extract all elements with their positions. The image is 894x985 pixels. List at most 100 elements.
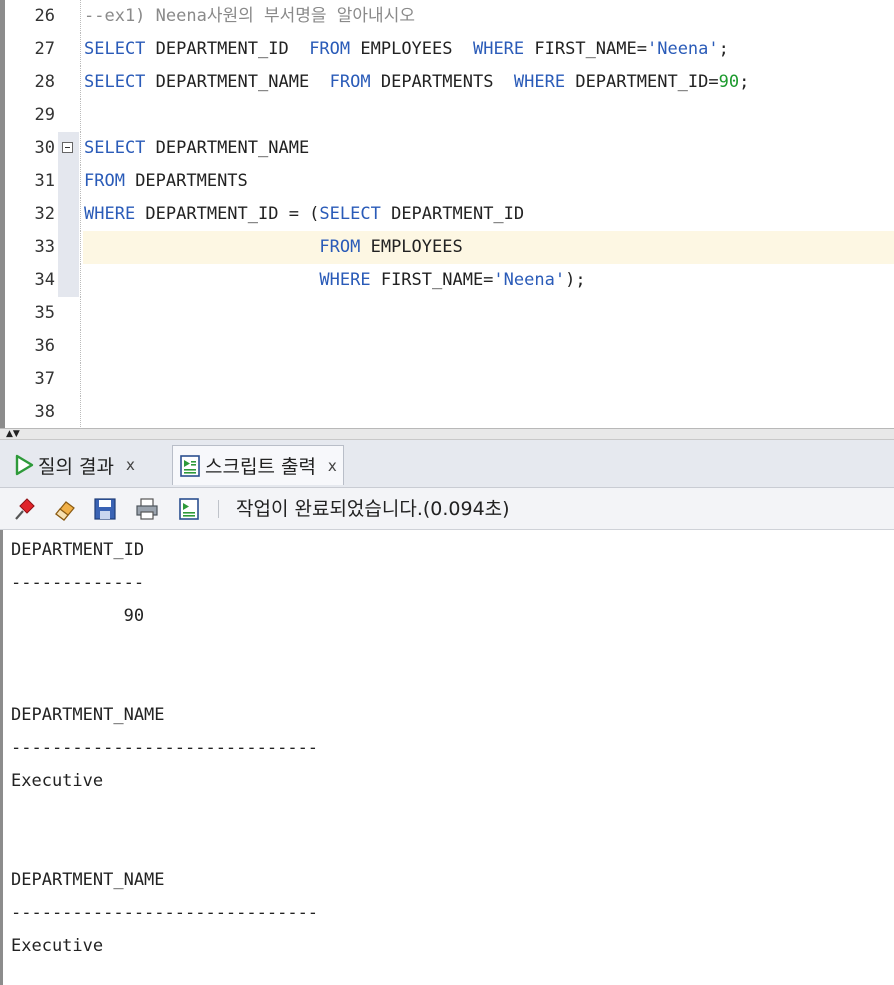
print-icon[interactable]	[135, 497, 159, 521]
tab-script-output[interactable]: 스크립트 출력 x	[172, 445, 344, 485]
code-token: FROM	[329, 72, 371, 92]
code-token: );	[565, 270, 586, 290]
code-token: DEPARTMENT_ID	[380, 204, 525, 224]
line-number: 29	[34, 105, 55, 125]
editor-line[interactable]: 28 SELECT DEPARTMENT_NAME FROM DEPARTMENT…	[5, 66, 894, 99]
output-line: DEPARTMENT_ID	[11, 540, 145, 560]
code-token: WHERE	[472, 39, 525, 59]
output-line: Executive	[11, 936, 104, 956]
indent-guide	[80, 33, 81, 66]
fold-gutter	[58, 33, 79, 66]
output-line: DEPARTMENT_NAME	[11, 870, 165, 890]
code-token: EMPLOYEES	[360, 237, 463, 257]
line-number: 31	[34, 171, 55, 191]
code-token: DEPARTMENT_ID	[145, 39, 310, 59]
fold-gutter	[58, 99, 79, 132]
code-token: WHERE	[84, 204, 136, 224]
code-token: 'Neena'	[493, 270, 566, 290]
code-text: WHERE DEPARTMENT_ID = (SELECT DEPARTMENT…	[84, 198, 524, 231]
indent-guide	[80, 396, 81, 428]
indent-guide	[80, 264, 81, 297]
code-token: SELECT	[319, 204, 381, 224]
indent-guide	[80, 330, 81, 363]
save-icon[interactable]	[93, 497, 117, 521]
indent-guide	[80, 132, 81, 165]
code-token: FIRST_NAME=	[524, 39, 647, 59]
code-token: FROM	[84, 171, 125, 191]
editor-line[interactable]: 32 WHERE DEPARTMENT_ID = (SELECT DEPARTME…	[5, 198, 894, 231]
line-number: 28	[34, 72, 55, 92]
task-status-text: 작업이 완료되었습니다.(0.094초)	[236, 498, 510, 520]
tab-query-result[interactable]: 질의 결과 x	[8, 445, 141, 485]
editor-line[interactable]: 30 SELECT DEPARTMENT_NAME	[5, 132, 894, 165]
code-token: DEPARTMENTS	[124, 171, 248, 191]
code-token: ;	[718, 39, 729, 59]
line-number: 32	[34, 204, 55, 224]
code-text: WHERE FIRST_NAME='Neena');	[84, 264, 586, 297]
script-output-icon	[180, 454, 200, 477]
play-icon	[15, 454, 34, 476]
editor-line[interactable]: 35	[5, 297, 894, 330]
output-line: -------------	[11, 573, 145, 593]
script-output-panel[interactable]: DEPARTMENT_ID ------------- 90 DEPARTMENT_…	[0, 530, 894, 985]
line-number: 26	[34, 6, 55, 26]
line-number: 36	[34, 336, 55, 356]
editor-line[interactable]: 37	[5, 363, 894, 396]
fold-gutter	[58, 165, 79, 198]
code-text: SELECT DEPARTMENT_ID FROM EMPLOYEES WHER…	[84, 33, 729, 66]
indent-guide	[80, 198, 81, 231]
code-text: SELECT DEPARTMENT_NAME FROM DEPARTMENTS …	[84, 66, 749, 99]
fold-gutter	[58, 0, 79, 33]
indent-guide	[80, 231, 81, 264]
line-number: 38	[34, 402, 55, 422]
code-text: SELECT DEPARTMENT_NAME	[84, 132, 309, 165]
panel-splitter[interactable]: ▲▼	[0, 428, 894, 440]
pin-icon[interactable]	[13, 497, 37, 521]
tab-script-output-close[interactable]: x	[328, 457, 337, 475]
editor-line[interactable]: 36	[5, 330, 894, 363]
fold-gutter	[58, 198, 79, 231]
editor-line[interactable]: 29	[5, 99, 894, 132]
fold-collapse-icon[interactable]	[62, 142, 73, 153]
code-token: SELECT	[84, 138, 146, 158]
code-token: WHERE	[319, 270, 371, 290]
output-line: ------------------------------	[11, 738, 319, 758]
editor-line[interactable]: 31 FROM DEPARTMENTS	[5, 165, 894, 198]
fold-gutter	[58, 363, 79, 396]
split-arrows-icon[interactable]: ▲▼	[6, 429, 20, 439]
editor-line[interactable]: 38	[5, 396, 894, 428]
indent-guide	[80, 165, 81, 198]
code-token: DEPARTMENT_NAME	[145, 138, 310, 158]
output-line: DEPARTMENT_NAME	[11, 705, 165, 725]
fold-gutter	[58, 297, 79, 330]
script-icon[interactable]	[177, 497, 201, 521]
editor-line[interactable]: 26 --ex1) Neena사원의 부서명을 알아내시오	[5, 0, 894, 33]
output-line: Executive	[11, 771, 104, 791]
editor-line[interactable]: 33 FROM EMPLOYEES	[5, 231, 894, 264]
tab-query-result-label: 질의 결과	[38, 455, 114, 478]
indent-guide	[80, 66, 81, 99]
code-token: ;	[739, 72, 750, 92]
output-line: 90	[11, 606, 145, 626]
editor-line[interactable]: 34 WHERE FIRST_NAME='Neena');	[5, 264, 894, 297]
toolbar-separator	[218, 500, 219, 518]
fold-gutter	[58, 396, 79, 428]
code-text: FROM DEPARTMENTS	[84, 165, 248, 198]
indent-guide	[80, 297, 81, 330]
editor-line[interactable]: 27 SELECT DEPARTMENT_ID FROM EMPLOYEES WH…	[5, 33, 894, 66]
line-number: 30	[34, 138, 55, 158]
indent-guide	[80, 363, 81, 396]
sql-editor[interactable]: 26 --ex1) Neena사원의 부서명을 알아내시오 27 SELECT DEP…	[0, 0, 894, 428]
tab-query-result-close[interactable]: x	[126, 456, 135, 474]
code-token: DEPARTMENT_ID = (	[135, 204, 320, 224]
line-number: 27	[34, 39, 55, 59]
eraser-icon[interactable]	[53, 497, 77, 521]
code-token: 'Neena'	[646, 39, 719, 59]
code-token: SELECT	[84, 39, 146, 59]
output-tab-bar: 질의 결과 x 스크립트 출력 x	[0, 440, 894, 488]
code-text: --ex1) Neena사원의 부서명을 알아내시오	[84, 0, 415, 33]
code-token: WHERE	[513, 72, 566, 92]
fold-gutter	[58, 264, 79, 297]
